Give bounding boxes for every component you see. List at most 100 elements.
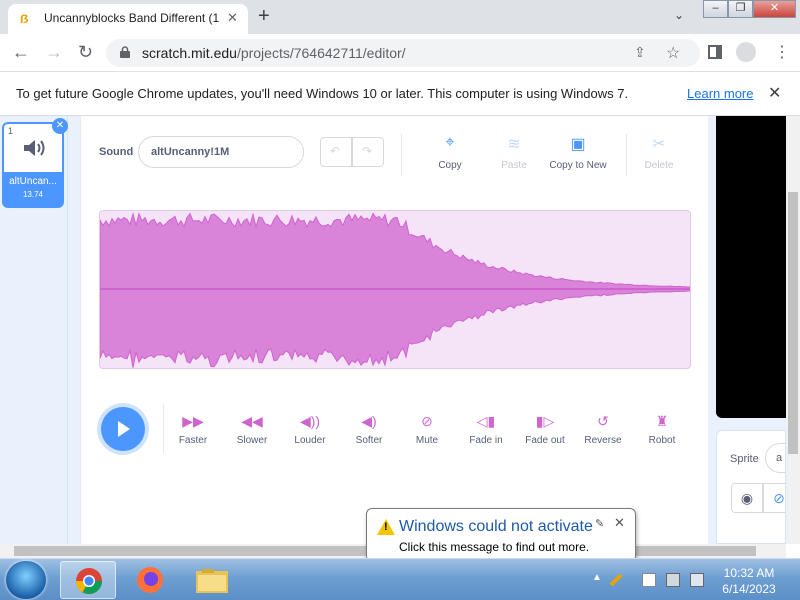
sound-number: 1: [8, 126, 14, 136]
sprite-label: Sprite: [730, 453, 759, 465]
share-icon[interactable]: ⇪: [634, 44, 646, 61]
louder-label: Louder: [294, 435, 326, 446]
redo-icon: ↷: [362, 144, 373, 158]
robot-button[interactable]: ♜ Robot: [633, 413, 691, 446]
mute-label: Mute: [415, 435, 439, 446]
stage-canvas[interactable]: [716, 116, 786, 418]
taskbar-file-explorer[interactable]: [184, 561, 240, 599]
show-hidden-icons-icon[interactable]: ▲: [592, 572, 602, 583]
new-tab-button[interactable]: +: [258, 5, 270, 28]
show-sprite-eye-icon[interactable]: ◉: [731, 483, 763, 513]
system-clock[interactable]: 10:32 AM 6/14/2023: [718, 565, 780, 597]
sound-tile[interactable]: 1 altUncan... 13.74 ✕: [2, 118, 68, 208]
copy-to-new-button[interactable]: ▣ Copy to New: [543, 134, 613, 171]
copy-button[interactable]: ⌖ Copy: [415, 134, 485, 171]
taskbar-chrome[interactable]: [60, 561, 116, 599]
notification-options-icon[interactable]: ✎: [595, 517, 604, 530]
scratch-editor: 1 altUncan... 13.74 ✕ Sound ↶ ↷ ⌖ Copy ≋…: [0, 116, 800, 544]
tray-tool-icon[interactable]: [609, 573, 623, 587]
network-icon[interactable]: [666, 573, 680, 587]
warning-mark: !: [384, 521, 388, 533]
side-panel-icon[interactable]: [708, 45, 722, 59]
maximize-button[interactable]: ❐: [728, 0, 753, 18]
undo-icon: ↶: [330, 144, 341, 158]
url-text: scratch.mit.edu/projects/764642711/edito…: [142, 45, 406, 61]
browser-tab[interactable]: ẞ Uncannyblocks Band Different (1 ✕: [8, 4, 248, 34]
notification-title: Windows could not activate: [399, 518, 593, 535]
infobar-close-icon[interactable]: ✕: [768, 83, 781, 103]
louder-button[interactable]: ◀)) Louder: [281, 413, 339, 446]
undo-button[interactable]: ↶: [320, 137, 352, 167]
chrome-icon: [75, 568, 103, 595]
sound-tile-name: altUncan...: [9, 176, 57, 187]
delete-label: Delete: [644, 160, 674, 171]
toolbar-divider: [401, 134, 402, 176]
scratch-favicon-icon: ẞ: [20, 12, 29, 26]
notification-close-icon[interactable]: ✕: [614, 515, 625, 531]
learn-more-link[interactable]: Learn more: [687, 86, 753, 101]
clock-date: 6/14/2023: [722, 582, 776, 596]
profile-avatar-icon[interactable]: [736, 42, 756, 62]
faster-icon: ▶▶: [182, 413, 204, 429]
minimize-button[interactable]: –: [703, 0, 728, 18]
volume-muted-icon[interactable]: [690, 573, 704, 587]
back-button[interactable]: ←: [12, 42, 30, 63]
delete-button[interactable]: ✂ Delete: [624, 134, 694, 171]
vertical-scroll-thumb[interactable]: [788, 192, 798, 454]
infobar-message: To get future Google Chrome updates, you…: [16, 86, 629, 101]
mute-button[interactable]: ⊘ Mute: [398, 413, 456, 446]
paste-label: Paste: [501, 160, 527, 171]
tab-title: Uncannyblocks Band Different (1: [44, 11, 220, 25]
close-window-button[interactable]: ✕: [753, 0, 796, 18]
forward-button[interactable]: →: [45, 42, 63, 63]
softer-label: Softer: [355, 435, 383, 446]
bookmark-star-icon[interactable]: ☆: [666, 43, 680, 63]
fade-out-button[interactable]: ▮▷ Fade out: [516, 413, 574, 446]
waveform-graph: [100, 211, 690, 368]
copy-to-new-icon: ▣: [570, 136, 586, 153]
reverse-button[interactable]: ↺ Reverse: [574, 413, 632, 446]
tab-search-chevron-icon[interactable]: ⌄: [674, 8, 684, 22]
start-button[interactable]: [6, 561, 46, 599]
copy-to-new-label: Copy to New: [549, 160, 607, 171]
softer-icon: ◀): [361, 413, 377, 429]
menu-kebab-icon[interactable]: ⋮: [774, 42, 790, 62]
softer-button[interactable]: ◀) Softer: [340, 413, 398, 446]
tab-strip: ẞ Uncannyblocks Band Different (1 ✕ + ⌄ …: [0, 0, 800, 34]
faster-button[interactable]: ▶▶ Faster: [164, 413, 222, 446]
slower-button[interactable]: ◀◀ Slower: [223, 413, 281, 446]
sprite-info-panel: Sprite a ◉ ⊘: [716, 430, 800, 544]
louder-icon: ◀)): [299, 413, 321, 429]
sound-editor-panel: Sound ↶ ↷ ⌖ Copy ≋ Paste ▣ Copy to New ✂…: [80, 116, 708, 544]
fade-in-button[interactable]: ◁▮ Fade in: [457, 413, 515, 446]
paste-icon: ≋: [507, 136, 521, 153]
fade-in-label: Fade in: [469, 435, 503, 446]
play-button[interactable]: [101, 407, 145, 451]
fade-out-label: Fade out: [525, 435, 565, 446]
taskbar-firefox[interactable]: [122, 561, 178, 599]
reload-button[interactable]: ↻: [78, 42, 93, 63]
waveform-display[interactable]: [99, 210, 691, 369]
activation-notification[interactable]: ! Windows could not activate Click this …: [366, 508, 636, 562]
vertical-scrollbar[interactable]: [786, 116, 800, 544]
robot-icon: ♜: [655, 413, 669, 429]
slower-label: Slower: [236, 435, 268, 446]
address-bar[interactable]: scratch.mit.edu/projects/764642711/edito…: [106, 39, 700, 67]
firefox-icon: [137, 567, 163, 593]
sound-tile-duration: 13.74: [22, 190, 44, 199]
delete-sound-icon[interactable]: ✕: [52, 118, 68, 134]
scissors-icon: ✂: [652, 136, 666, 153]
redo-button[interactable]: ↷: [352, 137, 384, 167]
tab-close-icon[interactable]: ✕: [227, 10, 238, 26]
speaker-icon: [24, 140, 45, 156]
action-center-icon[interactable]: [642, 573, 656, 587]
stage-panel: Sprite a ◉ ⊘: [708, 116, 800, 544]
robot-label: Robot: [648, 435, 676, 446]
mute-icon: ⊘: [421, 413, 433, 429]
sound-list: 1 altUncan... 13.74 ✕: [0, 116, 68, 544]
sound-name-input[interactable]: [138, 136, 304, 168]
paste-button[interactable]: ≋ Paste: [479, 134, 549, 171]
copy-label: Copy: [438, 160, 462, 171]
windows-taskbar: ▲ 10:32 AM 6/14/2023: [0, 558, 800, 600]
lock-icon: [120, 46, 130, 58]
